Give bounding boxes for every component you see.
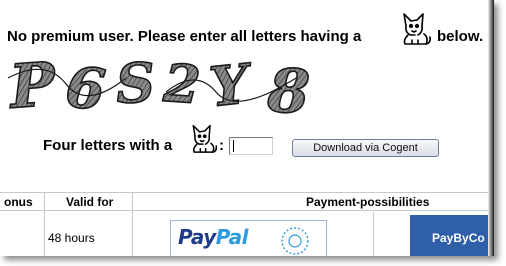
- window-edge: [488, 0, 494, 256]
- download-button[interactable]: Download via Cogent: [292, 139, 439, 157]
- table-divider: [132, 192, 133, 256]
- table-divider: [373, 212, 374, 256]
- table-border: [0, 192, 494, 193]
- table-border: [0, 210, 494, 211]
- paybycc-logo: PayByCo: [432, 231, 485, 245]
- valid-for-value: 48 hours: [48, 231, 95, 245]
- captcha-char: 6: [63, 54, 109, 118]
- captcha-colon: :: [219, 137, 224, 154]
- download-page: No premium user. Please enter all letter…: [0, 0, 494, 256]
- verified-seal-icon: [281, 227, 309, 255]
- paypal-logo: PayPal: [178, 225, 249, 249]
- captcha-input[interactable]: [229, 137, 273, 155]
- captcha-char: Y: [207, 51, 256, 118]
- header-bonus: onus: [4, 195, 33, 209]
- paybycc-button[interactable]: PayByCo: [410, 215, 494, 256]
- captcha-char: S: [114, 50, 156, 116]
- captcha-char: 2: [161, 53, 202, 116]
- table-divider: [44, 192, 45, 256]
- captcha-char: P: [6, 50, 59, 118]
- header-valid-for: Valid for: [66, 195, 114, 209]
- premium-notice-end: below.: [437, 28, 484, 45]
- text-cursor: [233, 140, 234, 152]
- paypal-button[interactable]: PayPal: [170, 220, 327, 256]
- payment-table: onus Valid for Payment-possibilities 48 …: [0, 192, 494, 256]
- cat-icon: [403, 13, 431, 45]
- captcha-label: Four letters with a: [43, 137, 173, 154]
- premium-notice: No premium user. Please enter all letter…: [7, 28, 362, 45]
- captcha-char: 8: [265, 56, 311, 118]
- cat-icon: [192, 124, 218, 153]
- captcha-image: P 6 S 2 Y 8: [6, 49, 312, 118]
- header-payment-possibilities: Payment-possibilities: [306, 195, 430, 209]
